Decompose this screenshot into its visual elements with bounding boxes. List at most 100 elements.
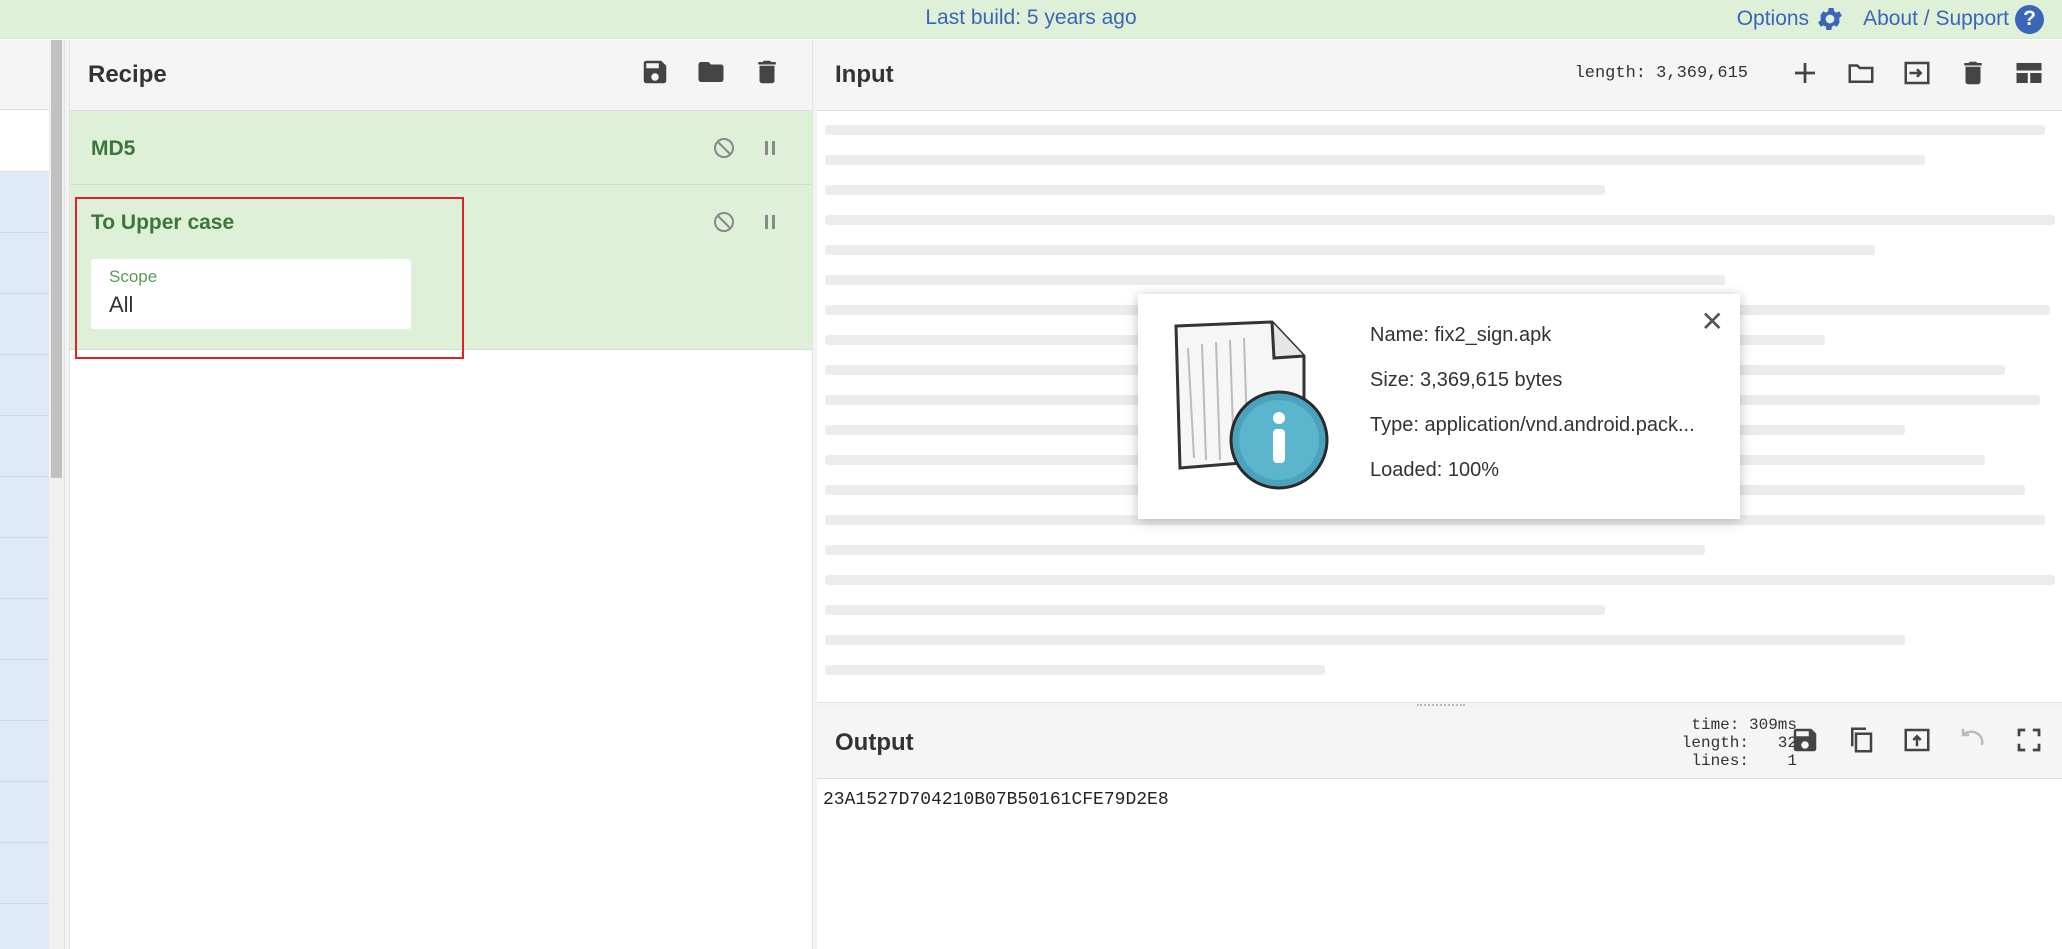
text-line: [825, 575, 2055, 585]
text-line: [825, 275, 1725, 285]
maximise-icon: [2017, 728, 2041, 752]
list-item[interactable]: [0, 416, 49, 477]
operations-list: [0, 172, 49, 949]
list-item[interactable]: [0, 172, 49, 233]
list-item[interactable]: [0, 355, 49, 416]
text-line: [825, 215, 2055, 225]
recipe-operation-md5[interactable]: MD5: [70, 111, 812, 185]
save-icon: [643, 60, 667, 84]
operations-scrollbar[interactable]: [49, 40, 64, 949]
options-link[interactable]: Options: [1737, 4, 1845, 34]
about-support-label: About / Support: [1863, 7, 2009, 30]
disable-icon[interactable]: [712, 136, 736, 160]
trash-icon: [1964, 61, 1982, 85]
scope-value: All: [109, 292, 134, 317]
list-item[interactable]: [0, 233, 49, 294]
list-item[interactable]: [0, 660, 49, 721]
text-line: [825, 665, 1325, 675]
list-item[interactable]: [0, 721, 49, 782]
breakpoint-icon[interactable]: [758, 210, 782, 234]
operation-name: MD5: [91, 137, 136, 160]
list-item[interactable]: [0, 599, 49, 660]
open-file-button[interactable]: [1900, 57, 1934, 89]
list-item[interactable]: [0, 904, 49, 949]
file-info-icon: [1174, 320, 1329, 490]
output-panel: Output time: 309ms length: 32 lines: 1 2…: [817, 708, 2062, 949]
save-recipe-button[interactable]: [640, 56, 670, 88]
input-length: length: 3,369,615: [1574, 64, 1748, 83]
clear-recipe-button[interactable]: [752, 56, 782, 88]
input-title: Input: [835, 61, 894, 88]
recipe-header: Recipe: [70, 40, 812, 111]
scrollbar-thumb[interactable]: [51, 40, 62, 478]
close-icon[interactable]: ✕: [1701, 308, 1724, 336]
input-actions: [1788, 57, 2046, 89]
maximise-output-button[interactable]: [2012, 724, 2046, 756]
reset-layout-button[interactable]: [2012, 57, 2046, 89]
about-support-link[interactable]: About / Support ?: [1863, 4, 2044, 34]
replace-input-icon: [1904, 728, 1930, 752]
scope-label: Scope: [109, 267, 158, 286]
list-item[interactable]: [0, 477, 49, 538]
top-banner: Last build: 5 years ago Options About / …: [0, 0, 2062, 39]
add-input-tab-button[interactable]: [1788, 57, 1822, 89]
list-item[interactable]: [0, 294, 49, 355]
import-icon: [1904, 61, 1930, 85]
text-line: [825, 125, 2045, 135]
file-loaded: Loaded: 100%: [1370, 459, 1500, 481]
load-recipe-button[interactable]: [696, 56, 726, 88]
operation-controls: [712, 136, 782, 160]
operation-name: To Upper case: [91, 211, 235, 234]
save-output-button[interactable]: [1788, 724, 1822, 756]
copy-icon: [1851, 727, 1873, 753]
file-name: Name: fix2_sign.apk: [1370, 324, 1552, 346]
output-length: length: 32: [1681, 734, 1797, 752]
operations-panel: [0, 40, 49, 949]
banner-links: Options About / Support ?: [1737, 4, 2044, 34]
plus-icon: [1795, 63, 1815, 83]
output-textarea[interactable]: 23A1527D704210B07B50161CFE79D2E8: [823, 790, 1169, 810]
output-header: Output time: 309ms length: 32 lines: 1: [817, 708, 2062, 779]
copy-output-button[interactable]: [1844, 724, 1878, 756]
file-size: Size: 3,369,615 bytes: [1370, 369, 1563, 391]
file-details-dialog: ✕ Name: fix2_sign.apk Size: 3,369,615 by…: [1138, 294, 1740, 519]
output-title: Output: [835, 729, 914, 756]
help-icon: ?: [2015, 4, 2044, 34]
breakpoint-icon[interactable]: [758, 136, 782, 160]
text-line: [825, 185, 1605, 195]
list-item[interactable]: [0, 782, 49, 843]
trash-icon: [758, 60, 776, 84]
folder-open-icon: [698, 62, 724, 82]
replace-input-button[interactable]: [1900, 724, 1934, 756]
save-icon: [1793, 728, 1817, 752]
operation-controls: [712, 210, 782, 234]
undo-button[interactable]: [1956, 724, 1990, 756]
resize-grip: [1417, 704, 1465, 707]
output-actions: [1788, 724, 2046, 756]
open-folder-button[interactable]: [1844, 57, 1878, 89]
text-line: [825, 605, 1605, 615]
undo-icon: [1961, 728, 1984, 746]
scope-select[interactable]: Scope All: [91, 259, 411, 329]
text-line: [825, 155, 1925, 165]
operations-header: [0, 40, 49, 110]
gear-icon: [1818, 7, 1842, 31]
output-time: time: 309ms: [1691, 716, 1797, 734]
text-line: [825, 545, 1705, 555]
recipe-operation-to-upper-case[interactable]: To Upper case Scope All: [70, 185, 812, 359]
output-lines: lines: 1: [1691, 752, 1797, 770]
operations-search-input[interactable]: [0, 110, 49, 172]
input-header: Input length: 3,369,615: [817, 40, 2062, 111]
text-line: [825, 245, 1875, 255]
clear-input-button[interactable]: [1956, 57, 1990, 89]
disable-icon[interactable]: [712, 210, 736, 234]
output-stats: time: 309ms length: 32 lines: 1: [1627, 716, 1797, 770]
list-item[interactable]: [0, 843, 49, 904]
list-item[interactable]: [0, 538, 49, 599]
recipe-panel: Recipe MD5 To Upper case Scope All: [70, 40, 812, 949]
file-type: Type: application/vnd.android.pack...: [1370, 414, 1695, 436]
text-line: [825, 635, 1905, 645]
options-label: Options: [1736, 7, 1810, 30]
recipe-actions: [640, 56, 782, 88]
folder-icon: [1848, 64, 1874, 83]
